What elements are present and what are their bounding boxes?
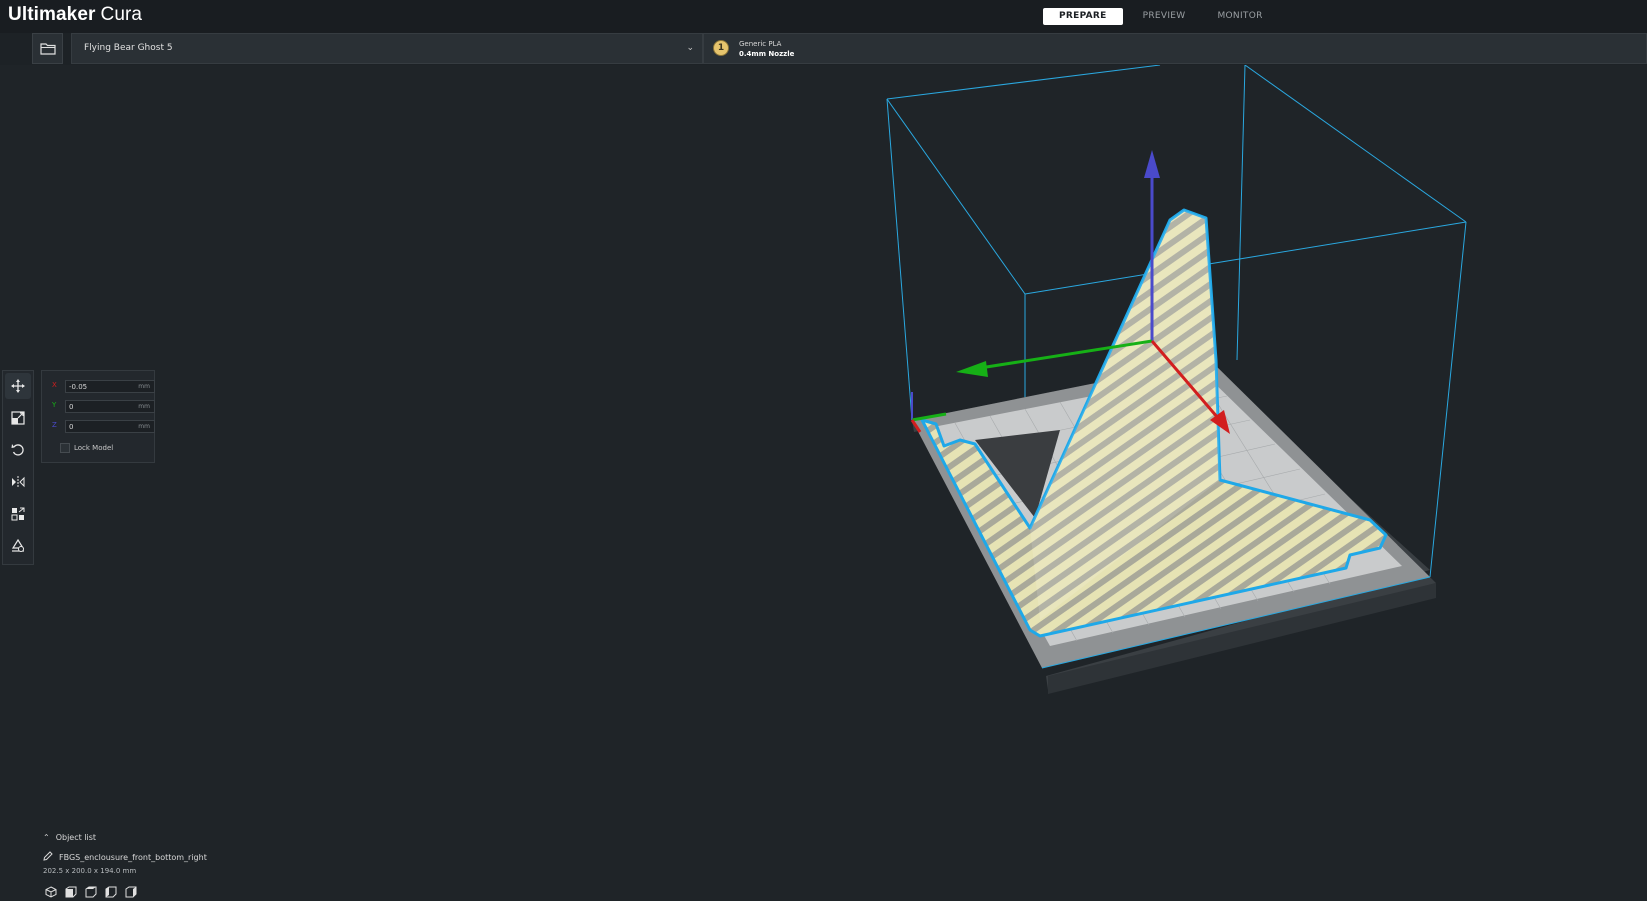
z-coordinate-row: Z 0 mm: [48, 420, 155, 434]
move-tool-button[interactable]: [5, 373, 31, 399]
x-coordinate-input[interactable]: -0.05 mm: [65, 380, 155, 393]
y-unit: mm: [138, 403, 150, 410]
mirror-icon: [12, 476, 25, 488]
nozzle-size: 0.4mm Nozzle: [739, 50, 795, 58]
tab-preview[interactable]: PREVIEW: [1127, 8, 1202, 25]
object-list-header: Object list: [55, 833, 97, 842]
front-view-icon: [65, 886, 76, 897]
left-view-icon: [105, 886, 116, 897]
object-list-item[interactable]: FBGS_enclousure_front_bottom_right: [43, 851, 207, 862]
top-bar: Ultimaker Cura PREPARE PREVIEW MONITOR: [0, 0, 1647, 34]
x-value: -0.05: [69, 383, 88, 391]
x-axis-label: X: [52, 381, 57, 389]
top-view-icon: [85, 886, 96, 897]
move-tool-panel: X -0.05 mm Y 0 mm Z 0 mm Lock Model: [41, 370, 155, 463]
y-coordinate-row: Y 0 mm: [48, 400, 155, 414]
right-view-button[interactable]: [123, 885, 138, 898]
rotate-icon: [11, 444, 24, 456]
per-model-settings-button[interactable]: [5, 501, 31, 527]
front-view-button[interactable]: [63, 885, 78, 898]
camera-view-buttons: [43, 885, 138, 898]
mirror-tool-button[interactable]: [5, 469, 31, 495]
right-view-icon: [125, 886, 136, 897]
lock-model-label: Lock Model: [74, 444, 114, 452]
z-arrow-head[interactable]: [1144, 150, 1160, 178]
object-name: FBGS_enclousure_front_bottom_right: [59, 853, 207, 862]
stage-tabs: PREPARE PREVIEW MONITOR: [1043, 8, 1279, 25]
chevron-up-icon: ⌃: [43, 833, 50, 842]
scale-tool-button[interactable]: [5, 405, 31, 431]
y-coordinate-input[interactable]: 0 mm: [65, 400, 155, 413]
chevron-down-icon: ⌄: [686, 43, 694, 53]
folder-icon: [39, 43, 56, 55]
tool-panel: [2, 370, 34, 565]
z-axis-label: Z: [52, 421, 57, 429]
y-arrow-head[interactable]: [956, 361, 988, 377]
support-blocker-icon: [11, 539, 25, 552]
extruder-badge: 1: [713, 40, 729, 56]
y-axis-label: Y: [52, 401, 57, 409]
object-list-toggle[interactable]: ⌃ Object list: [43, 833, 96, 842]
object-dimensions: 202.5 x 200.0 x 194.0 mm: [43, 867, 137, 875]
pencil-icon: [43, 851, 53, 861]
3d-view-icon: [45, 885, 56, 898]
scale-icon: [11, 411, 25, 425]
y-value: 0: [69, 403, 74, 411]
move-icon: [11, 379, 25, 393]
top-view-button[interactable]: [83, 885, 98, 898]
z-unit: mm: [138, 423, 150, 430]
left-view-button[interactable]: [103, 885, 118, 898]
z-value: 0: [69, 423, 74, 431]
printer-name: Flying Bear Ghost 5: [84, 43, 173, 53]
support-blocker-button[interactable]: [5, 533, 31, 559]
x-unit: mm: [138, 383, 150, 390]
3d-view-button[interactable]: [43, 885, 58, 898]
per-model-settings-icon: [11, 507, 25, 521]
app-logo: Ultimaker Cura: [8, 4, 143, 25]
printer-selector[interactable]: Flying Bear Ghost 5 ⌄: [71, 33, 703, 64]
material-name: Generic PLA: [739, 40, 782, 48]
tab-prepare[interactable]: PREPARE: [1043, 8, 1123, 25]
tab-monitor[interactable]: MONITOR: [1201, 8, 1278, 25]
lock-model-checkbox[interactable]: [60, 443, 70, 453]
open-file-button[interactable]: [32, 33, 63, 64]
3d-viewport[interactable]: [0, 65, 1647, 901]
rotate-tool-button[interactable]: [5, 437, 31, 463]
x-coordinate-row: X -0.05 mm: [48, 380, 155, 394]
z-coordinate-input[interactable]: 0 mm: [65, 420, 155, 433]
print-setup-selector[interactable]: 1 Generic PLA 0.4mm Nozzle: [703, 33, 1647, 64]
